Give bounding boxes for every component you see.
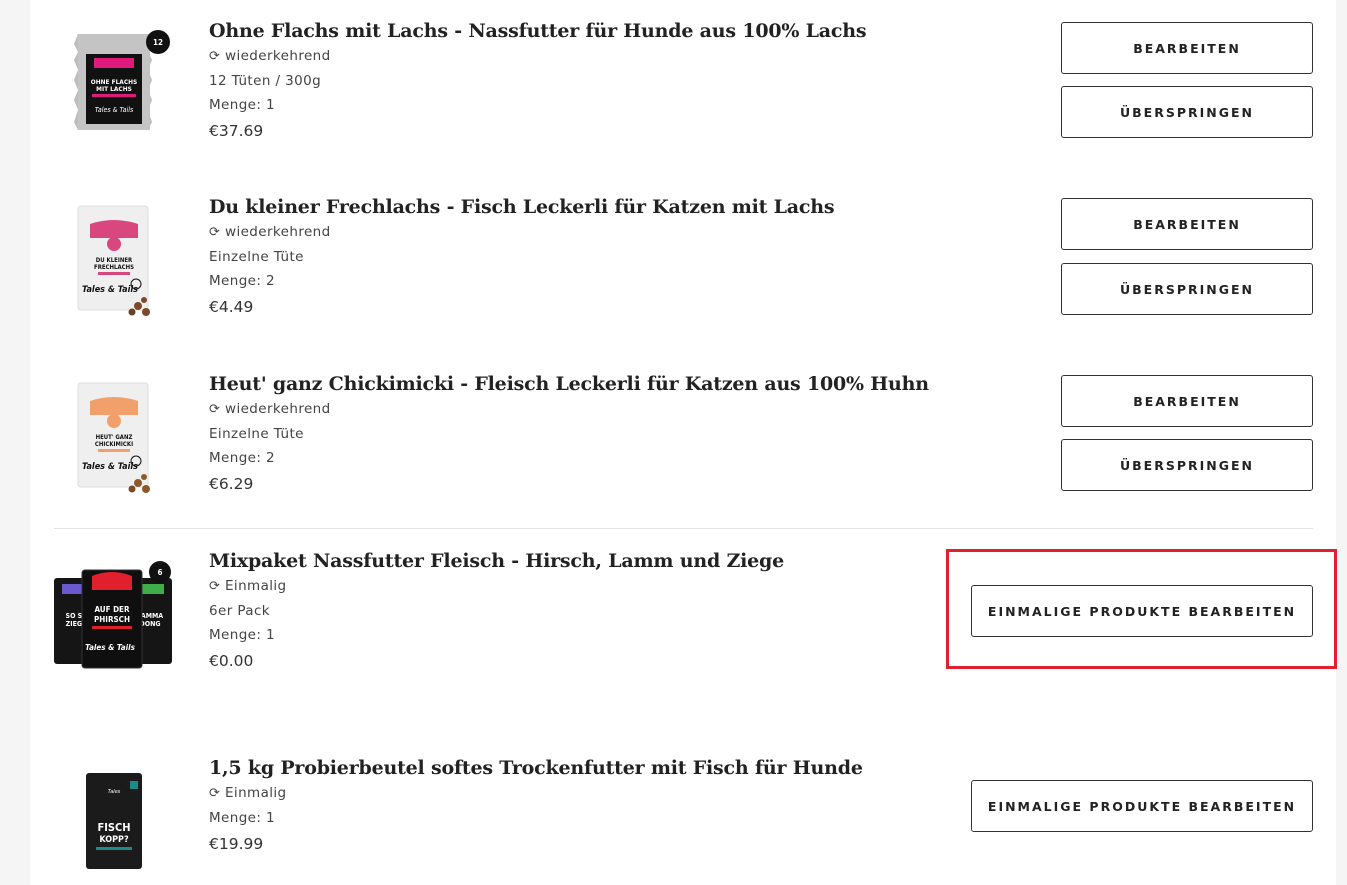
skip-button[interactable]: ÜBERSPRINGEN (1061, 86, 1313, 138)
item-info: 1,5 kg Probierbeutel softes Trockenfutte… (209, 755, 863, 857)
skip-button[interactable]: ÜBERSPRINGEN (1061, 439, 1313, 491)
product-image: Tales FISCH KOPP? (54, 771, 172, 881)
product-image: OHNE FLACHS MIT LACHS Tales & Tails 12 (54, 26, 172, 136)
svg-text:6: 6 (157, 568, 162, 577)
price: €0.00 (209, 652, 254, 670)
edit-button[interactable]: BEARBEITEN (1061, 375, 1313, 427)
svg-text:CHICKIMICKI: CHICKIMICKI (95, 441, 133, 448)
price: €19.99 (209, 835, 264, 853)
frequency: ⟳ wiederkehrend (209, 220, 834, 245)
variant: 12 Tüten / 300g (209, 73, 322, 89)
item-info: Mixpaket Nassfutter Fleisch - Hirsch, La… (209, 548, 784, 674)
svg-text:Tales & Tails: Tales & Tails (82, 285, 138, 295)
highlight-box (946, 549, 1337, 669)
svg-text:HEUT' GANZ: HEUT' GANZ (96, 434, 133, 441)
svg-text:PHIRSCH: PHIRSCH (94, 615, 130, 624)
svg-text:Tales & Tails: Tales & Tails (82, 462, 138, 472)
svg-text:Tales & Tails: Tales & Tails (85, 643, 135, 652)
svg-text:FRECHLACHS: FRECHLACHS (94, 264, 134, 271)
svg-text:Tales & Tails: Tales & Tails (95, 106, 134, 114)
variant: Einzelne Tüte (209, 426, 304, 442)
product-title[interactable]: Heut' ganz Chickimicki - Fleisch Leckerl… (209, 371, 929, 397)
frequency: ⟳ wiederkehrend (209, 397, 929, 422)
variant: 6er Pack (209, 603, 270, 619)
product-title[interactable]: Ohne Flachs mit Lachs - Nassfutter für H… (209, 18, 867, 44)
frequency: ⟳ wiederkehrend (209, 44, 866, 69)
svg-text:MIT LACHS: MIT LACHS (96, 85, 132, 93)
recurring-icon: ⟳ (209, 225, 221, 240)
quantity: Menge: 2 (209, 273, 276, 289)
subscription-item-1: OHNE FLACHS MIT LACHS Tales & Tails 12 O… (30, 18, 1336, 158)
edit-button[interactable]: BEARBEITEN (1061, 22, 1313, 74)
skip-button[interactable]: ÜBERSPRINGEN (1061, 263, 1313, 315)
quantity: Menge: 1 (209, 627, 276, 643)
one-time-icon: ⟳ (209, 579, 221, 594)
subscription-item-2: DU KLEINER FRECHLACHS Tales & Tails Du k… (30, 194, 1336, 334)
quantity: Menge: 1 (209, 810, 276, 826)
subscription-items-panel: OHNE FLACHS MIT LACHS Tales & Tails 12 O… (30, 0, 1336, 885)
recurring-icon: ⟳ (209, 402, 221, 417)
frequency: ⟳ Einmalig (209, 781, 863, 806)
recurring-icon: ⟳ (209, 49, 221, 64)
product-image: SO SE ZIEGE LAMMA DONG AUF DER PHIRSCH T… (52, 556, 174, 669)
subscription-item-5: Tales FISCH KOPP? 1,5 kg Probierbeutel s… (30, 755, 1336, 885)
item-info: Du kleiner Frechlachs - Fisch Leckerli f… (209, 194, 835, 320)
svg-text:DONG: DONG (139, 620, 160, 628)
price: €6.29 (209, 475, 254, 493)
product-title[interactable]: 1,5 kg Probierbeutel softes Trockenfutte… (209, 755, 863, 781)
section-divider (54, 528, 1313, 529)
one-time-icon: ⟳ (209, 786, 221, 801)
product-image: DU KLEINER FRECHLACHS Tales & Tails (54, 202, 172, 316)
item-info: Heut' ganz Chickimicki - Fleisch Leckerl… (209, 371, 929, 497)
item-info: Ohne Flachs mit Lachs - Nassfutter für H… (209, 18, 867, 144)
subscription-item-3: HEUT' GANZ CHICKIMICKI Tales & Tails Heu… (30, 371, 1336, 511)
frequency: ⟳ Einmalig (209, 574, 784, 599)
quantity: Menge: 1 (209, 97, 276, 113)
svg-text:DU KLEINER: DU KLEINER (96, 257, 133, 264)
svg-text:Tales: Tales (108, 789, 121, 795)
svg-text:KOPP?: KOPP? (99, 835, 129, 845)
edit-one-time-products-button[interactable]: EINMALIGE PRODUKTE BEARBEITEN (971, 780, 1313, 832)
product-image: HEUT' GANZ CHICKIMICKI Tales & Tails (54, 379, 172, 493)
price: €37.69 (209, 122, 264, 140)
product-title[interactable]: Du kleiner Frechlachs - Fisch Leckerli f… (209, 194, 835, 220)
svg-text:AUF DER: AUF DER (94, 605, 129, 614)
quantity: Menge: 2 (209, 450, 276, 466)
price: €4.49 (209, 298, 254, 316)
variant: Einzelne Tüte (209, 249, 304, 265)
product-title[interactable]: Mixpaket Nassfutter Fleisch - Hirsch, La… (209, 548, 784, 574)
edit-button[interactable]: BEARBEITEN (1061, 198, 1313, 250)
svg-text:12: 12 (153, 38, 163, 47)
svg-text:FISCH: FISCH (97, 821, 130, 834)
